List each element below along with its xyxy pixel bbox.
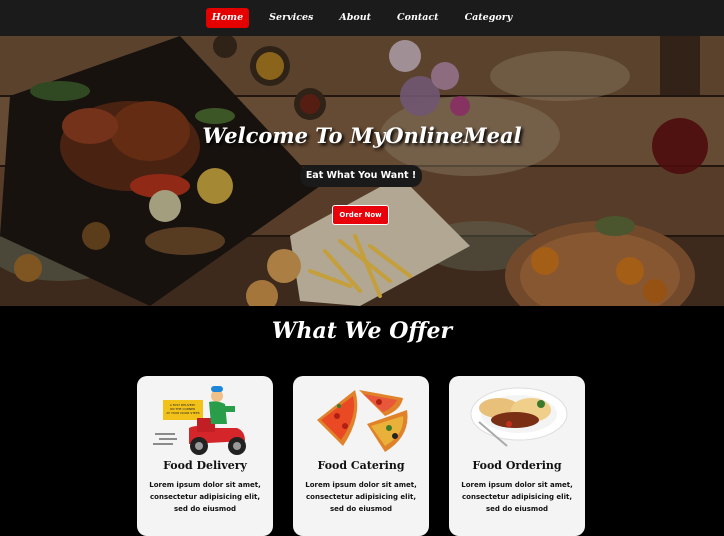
nav-about[interactable]: About xyxy=(333,8,377,28)
card-description: Lorem ipsum dolor sit amet, consectetur … xyxy=(305,481,417,513)
food-plate-image xyxy=(470,387,568,447)
delivery-sign-text: A FAST DELIVERY ON THE CORNER AT YOUR DO… xyxy=(166,403,199,415)
nav-home[interactable]: Home xyxy=(205,8,250,28)
card-description: Lorem ipsum dolor sit amet, consectetur … xyxy=(149,481,261,513)
card-food-delivery[interactable]: A FAST DELIVERY ON THE CORNER AT YOUR DO… xyxy=(137,376,273,536)
hero-tagline: Eat What You Want ! xyxy=(300,165,422,187)
card-title: Food Ordering xyxy=(472,459,562,472)
hero-banner: Welcome To MyOnlineMeal Eat What You Wan… xyxy=(0,36,724,306)
nav-services[interactable]: Services xyxy=(263,8,319,28)
nav-contact[interactable]: Contact xyxy=(391,8,445,28)
order-now-button[interactable]: Order Now xyxy=(332,205,389,225)
card-food-catering[interactable]: Food Catering Lorem ipsum dolor sit amet… xyxy=(293,376,429,536)
section-title: What We Offer xyxy=(271,318,453,344)
top-navbar: Home Services About Contact Category xyxy=(0,0,724,36)
card-food-ordering[interactable]: Food Ordering Lorem ipsum dolor sit amet… xyxy=(449,376,585,536)
card-description: Lorem ipsum dolor sit amet, consectetur … xyxy=(461,481,573,513)
delivery-scooter-image: A FAST DELIVERY ON THE CORNER AT YOUR DO… xyxy=(153,386,246,455)
card-title: Food Catering xyxy=(317,459,405,472)
card-title: Food Delivery xyxy=(163,459,247,472)
nav-category[interactable]: Category xyxy=(459,8,519,28)
pizza-slices-image xyxy=(317,390,408,452)
hero-title: Welcome To MyOnlineMeal xyxy=(202,123,522,148)
